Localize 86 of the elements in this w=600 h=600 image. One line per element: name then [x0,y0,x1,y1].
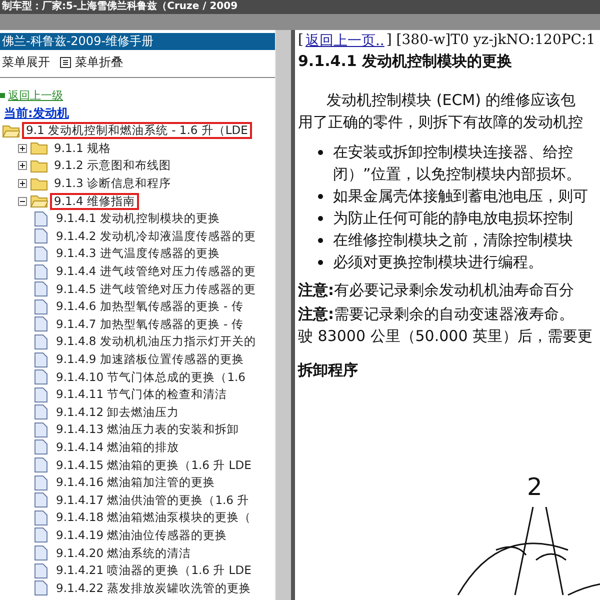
tree-item[interactable]: 9.1.4.1 发动机控制模块的更换 [52,210,224,228]
list-item-text: 在维修控制模块之前，清除控制模块 [333,230,573,251]
bullet-icon [318,216,323,221]
collapse-icon[interactable] [18,196,27,206]
tree-item[interactable]: 9.1.4.4 进气歧管绝对压力传感器的更 [52,263,260,280]
tree-item[interactable]: 9.1.4.15 燃油箱的更换（1.6 升 LDE [52,456,256,474]
expand-icon[interactable] [18,179,27,188]
open-folder-icon [30,194,48,208]
folder-icon [30,176,48,191]
page-icon [34,527,48,544]
tree-item[interactable]: 9.1 发动机控制和燃油系统 - 1.6 升（LDE [22,122,252,140]
list-item-text: 为防止任何可能的静电放电损坏控制 [333,208,573,229]
page-icon [34,369,48,386]
tree-item[interactable]: 9.1.4.2 发动机冷却液温度传感器的更 [52,228,260,245]
note-text: 注意:有必要记录剩余发动机机油寿命百分 [298,280,575,301]
open-folder-icon [2,124,20,138]
page-icon [34,492,48,508]
callout-number: 2 [527,473,542,501]
back-link[interactable]: 返回上一页.. [305,32,384,50]
list-item-text: 必须对更换控制模块进行编程。 [333,252,543,273]
tree-item[interactable]: 9.1.4 维修指南 [50,192,139,210]
page-icon [34,439,48,456]
page-icon [34,334,48,350]
current-location: 当前:发动机 [3,105,70,122]
tree-item[interactable]: 9.1.4.18 燃油箱燃油泵模块的更换（ [52,509,256,526]
bullet-icon [318,150,323,155]
collapse-menu-button[interactable]: 菜单折叠 [60,54,123,71]
tree-item[interactable]: 9.1.3 诊断信息和程序 [50,175,175,192]
page-icon [34,404,48,420]
list-icon [60,57,71,68]
page-icon [34,264,48,280]
tree-item[interactable]: 9.1.4.10 节气门体总成的更换（1.6 [52,368,250,386]
bullet-icon [318,260,323,265]
paragraph: 发动机控制模块 (ECM) 的维修应该包 用了正确的零件，则拆下有故障的发动机控 [298,90,584,133]
tree-item[interactable]: 9.1.4.6 加热型氧传感器的更换 - 传 [52,298,248,316]
reference-text: ] [380-w]T0 yz-jkNO:120PC:1 [386,32,596,50]
page-icon [34,210,48,227]
page-icon [34,298,48,315]
page-icon [34,281,48,298]
tree-item[interactable]: 9.1.2 示意图和布线图 [50,157,175,174]
tree-item[interactable]: 9.1.4.11 节气门体的检查和清洁 [52,386,232,404]
page-icon [34,422,48,438]
page-icon [34,246,48,262]
back-link[interactable]: 返回上一级 [8,88,63,103]
tree-item[interactable]: 9.1.4.20 燃油系统的清洁 [52,544,196,562]
page-icon [34,545,48,562]
folder-icon [30,141,48,156]
bullet-icon [318,238,323,243]
scrollbar[interactable] [275,30,291,600]
tree-item[interactable]: 9.1.4.3 进气温度传感器的更换 [52,245,224,262]
page-icon [34,474,48,491]
expand-menu-button[interactable]: 菜单展开 [2,54,50,71]
tree-item[interactable]: 9.1.4.22 蒸发排放炭罐吹洗管的更换 [52,580,256,597]
page-icon [34,580,48,596]
tree-item[interactable]: 9.1.4.21 喷油器的更换（1.6 升 LDE [52,562,256,580]
tree-item[interactable]: 9.1.4.19 燃油油位传感器的更换 [52,526,232,544]
page-icon [34,457,48,474]
page-icon [34,386,48,403]
tree-item[interactable]: 9.1.4.13 燃油压力表的安装和拆卸 [52,421,244,438]
note-text: 注意:需要记录剩余的自动变速器液寿命。 驶 83000 公里（50.000 英里）后，需要更 [298,304,594,347]
page-icon [34,352,48,368]
list-item-text: 如果金属壳体接触到蓄电池电压，则可 [333,186,588,207]
section-heading: 9.1.4.1 发动机控制模块的更换 [298,52,514,71]
tree-item[interactable]: 9.1.4.8 发动机机油压力指示灯开关的 [52,333,260,350]
list-item-text: 在安装或拆卸控制模块连接器、给控 闭）”位置，以免控制模块内部损坏。 [333,142,581,185]
bullet-icon [318,194,323,199]
page-icon [34,510,48,526]
page-icon [34,562,48,579]
tree-item[interactable]: 9.1.4.5 进气歧管绝对压力传感器的更 [52,280,260,298]
square-bullet-icon [0,93,5,98]
tree-item[interactable]: 9.1.4.17 燃油供油管的更换（1.6 升 [52,492,254,509]
expand-icon[interactable] [18,161,27,170]
folder-icon [30,158,48,173]
bracket-text: [ [298,32,304,50]
page-icon [34,316,48,332]
tree-item[interactable]: 9.1.4.9 加速踏板位置传感器的更换 [52,351,248,368]
tree-item[interactable]: 9.1.4.14 燃油箱的排放 [52,438,184,456]
tree-item[interactable]: 9.1.1 规格 [50,140,115,157]
sidebar-title: 佛兰-科鲁兹-2009-维修手册 [0,33,275,50]
section-title: 拆卸程序 [298,361,359,380]
tree-item[interactable]: 9.1.4.12 卸去燃油压力 [52,404,184,421]
expand-icon[interactable] [18,144,27,153]
page-icon [34,228,48,244]
window-title: 制车型：厂家:5-上海雪佛兰科鲁兹（Cruze / 2009 [0,0,239,14]
tree-item[interactable]: 9.1.4.7 加热型氧传感器的更换 - 传 [52,316,248,333]
tree-item[interactable]: 9.1.4.16 燃油箱加注管的更换 [52,474,220,492]
